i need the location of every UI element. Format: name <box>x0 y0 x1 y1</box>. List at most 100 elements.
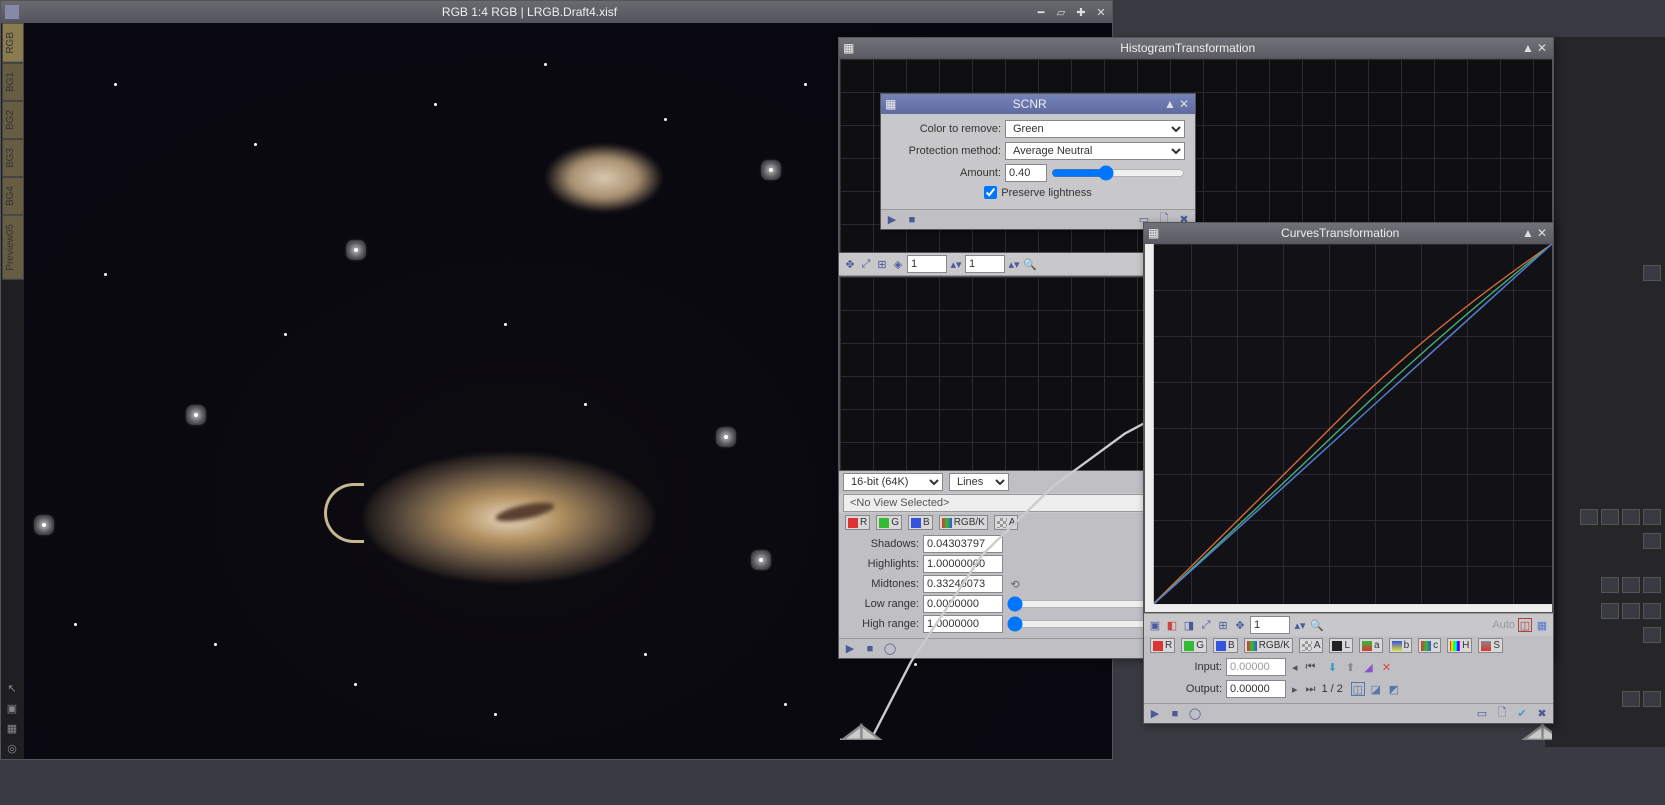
new-instance-icon[interactable]: ▶ <box>885 213 899 227</box>
first-point-icon[interactable]: ⏮ <box>1304 661 1318 674</box>
channel-h[interactable]: H <box>1447 638 1472 653</box>
zoom-stepper-icon[interactable]: ▴▾ <box>1293 618 1307 632</box>
channel-al[interactable]: a <box>1359 638 1383 653</box>
close-icon[interactable]: ✕ <box>1177 97 1191 111</box>
tab-bg2[interactable]: BG2 <box>2 101 24 139</box>
tab-rgb[interactable]: RGB <box>2 23 24 63</box>
method-select[interactable]: Average Neutral <box>1005 142 1185 160</box>
close-icon[interactable]: ✕ <box>1535 41 1549 55</box>
output-value[interactable] <box>1226 680 1286 698</box>
tool-btn[interactable] <box>1643 509 1661 525</box>
tool-btn[interactable] <box>1601 577 1619 593</box>
galaxy-small <box>544 143 664 213</box>
image-window-titlebar[interactable]: RGB 1:4 RGB | LRGB.Draft4.xisf ━ ▱ ✚ ✕ <box>1 1 1112 23</box>
restore-icon[interactable]: ▱ <box>1054 5 1068 19</box>
last-point-icon[interactable]: ⏭ <box>1304 683 1318 696</box>
interp-cubic-icon[interactable]: ◪ <box>1369 682 1383 696</box>
store-icon[interactable]: ⬇ <box>1325 660 1339 674</box>
interp-linear-icon[interactable]: ◩ <box>1387 682 1401 696</box>
pan-icon[interactable]: ✥ <box>843 257 857 271</box>
curves-zoom-input[interactable] <box>1250 616 1290 634</box>
tab-bg4[interactable]: BG4 <box>2 177 24 215</box>
crop-icon[interactable]: ▣ <box>5 701 19 715</box>
tool-btn[interactable] <box>1643 265 1661 281</box>
channel-r[interactable]: R <box>1150 638 1175 653</box>
eyedrop-icon[interactable]: ◧ <box>1165 618 1179 632</box>
hzoom-input[interactable] <box>907 255 947 273</box>
pan-icon[interactable]: ✥ <box>1233 618 1247 632</box>
tab-bg1[interactable]: BG1 <box>2 63 24 101</box>
tool-btn[interactable] <box>1622 603 1640 619</box>
interp-akima-icon[interactable]: ◫ <box>1351 682 1365 696</box>
tool-btn[interactable] <box>1643 603 1661 619</box>
docs-icon[interactable]: ▭ <box>1475 707 1489 721</box>
next-point-icon[interactable]: ▸ <box>1290 683 1300 696</box>
histogram-titlebar[interactable]: ▦ HistogramTransformation ▲ ✕ <box>839 38 1553 58</box>
prev-point-icon[interactable]: ◂ <box>1290 661 1300 674</box>
tool-btn[interactable] <box>1622 577 1640 593</box>
zoom11-icon[interactable]: ⊞ <box>1216 618 1230 632</box>
minimize-icon[interactable]: ━ <box>1034 5 1048 19</box>
eyedrop2-icon[interactable]: ◨ <box>1182 618 1196 632</box>
apply-icon[interactable]: ■ <box>1168 707 1182 721</box>
auto-stretch-icon[interactable]: ◫ <box>1518 618 1532 632</box>
channel-l[interactable]: L <box>1329 638 1353 653</box>
output-label: Output: <box>1152 683 1222 695</box>
apply-icon[interactable]: ■ <box>905 213 919 227</box>
grid-icon[interactable]: ▦ <box>1535 618 1549 632</box>
grid-icon[interactable]: ▦ <box>5 721 19 735</box>
channel-g[interactable]: G <box>1181 638 1207 653</box>
check-icon[interactable]: ✔ <box>1515 707 1529 721</box>
channel-bl[interactable]: b <box>1389 638 1413 653</box>
maximize-icon[interactable]: ✚ <box>1074 5 1088 19</box>
tool-btn[interactable] <box>1643 533 1661 549</box>
color-label: Color to remove: <box>891 123 1001 135</box>
vzoom-input[interactable] <box>965 255 1005 273</box>
close-icon[interactable]: ✕ <box>1535 226 1549 240</box>
target-icon[interactable]: ◎ <box>5 741 19 755</box>
tool-btn[interactable] <box>1643 691 1661 707</box>
shade-icon[interactable]: ▲ <box>1521 226 1535 240</box>
tab-bg3[interactable]: BG3 <box>2 139 24 177</box>
channel-a[interactable]: A <box>1299 638 1324 653</box>
preserve-checkbox[interactable] <box>984 186 997 199</box>
restore-icon[interactable]: ⬆ <box>1343 660 1357 674</box>
tool-btn[interactable] <box>1601 603 1619 619</box>
curves-graph[interactable] <box>1144 243 1553 613</box>
fit-icon[interactable]: ⤢ <box>859 257 873 271</box>
curves-titlebar[interactable]: ▦ CurvesTransformation ▲ ✕ <box>1144 223 1553 243</box>
amount-input[interactable] <box>1005 164 1047 182</box>
pointer-icon[interactable]: ↖ <box>5 681 19 695</box>
zoom-tool-icon[interactable]: ◈ <box>891 257 905 271</box>
close-icon[interactable]: ✕ <box>1094 5 1108 19</box>
tool-btn[interactable] <box>1622 691 1640 707</box>
vzoom-stepper-icon[interactable]: ▴▾ <box>1007 257 1021 271</box>
scnr-titlebar[interactable]: ▦ SCNR ▲ ✕ <box>881 94 1195 114</box>
channel-c[interactable]: c <box>1418 638 1441 653</box>
channel-b[interactable]: B <box>1213 638 1238 653</box>
tab-preview05[interactable]: Preview05 <box>2 215 24 280</box>
tool-btn[interactable] <box>1622 509 1640 525</box>
reset-icon[interactable]: ✖ <box>1535 707 1549 721</box>
fit-icon[interactable]: ⤢ <box>1199 618 1213 632</box>
picker-icon[interactable]: ▣ <box>1148 618 1162 632</box>
delete-point-icon[interactable]: ✕ <box>1379 660 1393 674</box>
browse-icon[interactable]: 🗋 <box>1495 707 1509 721</box>
new-instance-icon[interactable]: ▶ <box>1148 707 1162 721</box>
channel-rgbk[interactable]: RGB/K <box>1244 638 1293 653</box>
tool-btn[interactable] <box>1643 627 1661 643</box>
color-select[interactable]: Green <box>1005 120 1185 138</box>
shade-icon[interactable]: ▲ <box>1521 41 1535 55</box>
zoom11-icon[interactable]: ⊞ <box>875 257 889 271</box>
realtime-icon[interactable]: ◯ <box>1188 707 1202 721</box>
magnifier-icon[interactable]: 🔍 <box>1023 257 1037 271</box>
tool-btn[interactable] <box>1580 509 1598 525</box>
invert-icon[interactable]: ◢ <box>1361 660 1375 674</box>
magnifier-icon[interactable]: 🔍 <box>1310 618 1324 632</box>
channel-s[interactable]: S <box>1478 638 1503 653</box>
hzoom-stepper-icon[interactable]: ▴▾ <box>949 257 963 271</box>
tool-btn[interactable] <box>1601 509 1619 525</box>
shade-icon[interactable]: ▲ <box>1163 97 1177 111</box>
amount-slider[interactable] <box>1051 166 1185 180</box>
tool-btn[interactable] <box>1643 577 1661 593</box>
